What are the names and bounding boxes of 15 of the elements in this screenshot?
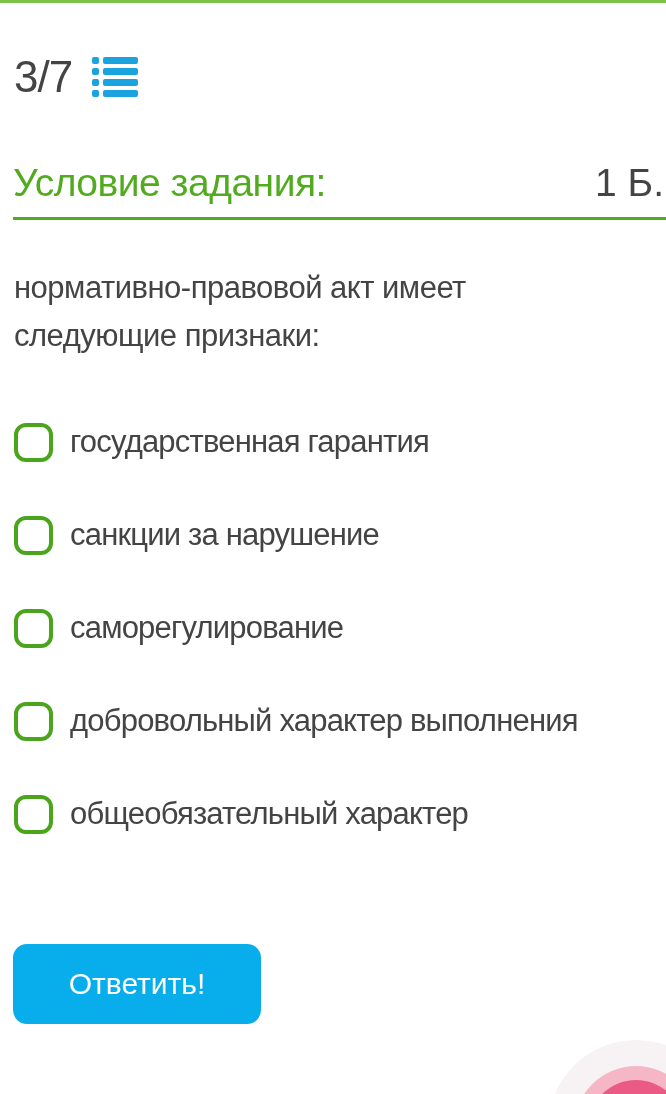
list-icon[interactable] bbox=[92, 57, 139, 99]
checkbox[interactable] bbox=[14, 422, 53, 462]
points-label: 1 Б. bbox=[595, 161, 665, 205]
option-label[interactable]: государственная гарантия bbox=[70, 424, 429, 460]
option-label[interactable]: общеобязательный характер bbox=[70, 796, 469, 832]
option-label[interactable]: саморегулирование bbox=[70, 610, 344, 646]
option-label[interactable]: добровольный характер выполнения bbox=[70, 703, 578, 739]
checkbox[interactable] bbox=[14, 515, 53, 555]
task-heading: Условие задания: bbox=[13, 161, 326, 205]
checkbox[interactable] bbox=[14, 608, 53, 648]
checkbox[interactable] bbox=[14, 794, 53, 834]
option-label[interactable]: санкции за нарушение bbox=[70, 517, 380, 553]
question-counter: 3/7 bbox=[14, 52, 73, 102]
question-text: нормативно-правовой акт имеет следующие признаки: bbox=[14, 269, 467, 355]
checkbox[interactable] bbox=[14, 701, 53, 741]
